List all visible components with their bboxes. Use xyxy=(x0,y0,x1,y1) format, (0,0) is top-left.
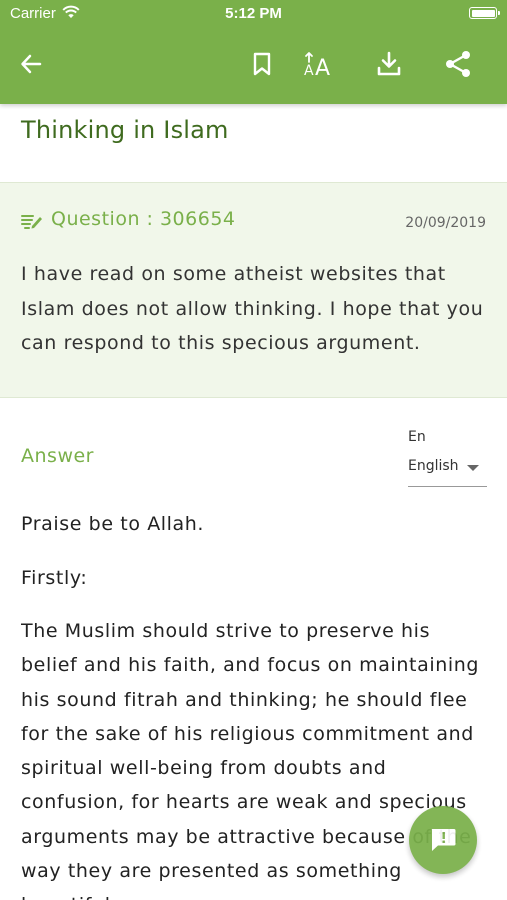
app-bar: Carrier 5:12 PM A A xyxy=(0,0,507,104)
status-bar: Carrier 5:12 PM xyxy=(0,0,507,28)
language-code: En xyxy=(408,429,426,445)
svg-text:A: A xyxy=(304,63,314,77)
bookmark-icon xyxy=(253,52,271,76)
battery-icon xyxy=(469,7,500,19)
question-card: Question : 306654 20/09/2019 I have read… xyxy=(0,182,507,398)
question-date: 20/09/2019 xyxy=(405,215,486,231)
download-icon xyxy=(377,51,401,76)
answer-heading: Answer xyxy=(21,445,94,467)
question-text: I have read on some atheist websites tha… xyxy=(21,263,484,354)
chat-exclamation-icon xyxy=(431,829,456,851)
language-dropdown[interactable]: English xyxy=(408,455,487,487)
chevron-down-icon xyxy=(467,465,479,471)
font-size-button[interactable]: A A xyxy=(302,46,338,82)
back-button[interactable] xyxy=(13,46,49,82)
back-arrow-icon xyxy=(21,54,42,74)
ask-question-fab[interactable] xyxy=(409,806,477,874)
bookmark-button[interactable] xyxy=(244,46,280,82)
answer-paragraph: Firstly: xyxy=(21,567,88,589)
share-icon xyxy=(446,51,470,77)
download-button[interactable] xyxy=(371,46,407,82)
clock: 5:12 PM xyxy=(225,5,282,22)
question-number: Question : 306654 xyxy=(51,208,236,230)
language-selected: English xyxy=(408,458,459,474)
svg-text:A: A xyxy=(315,56,330,77)
share-button[interactable] xyxy=(440,46,476,82)
answer-paragraph: Praise be to Allah. xyxy=(21,513,205,535)
question-icon xyxy=(21,214,43,234)
font-size-icon: A A xyxy=(304,52,330,77)
page-title: Thinking in Islam xyxy=(21,116,229,144)
